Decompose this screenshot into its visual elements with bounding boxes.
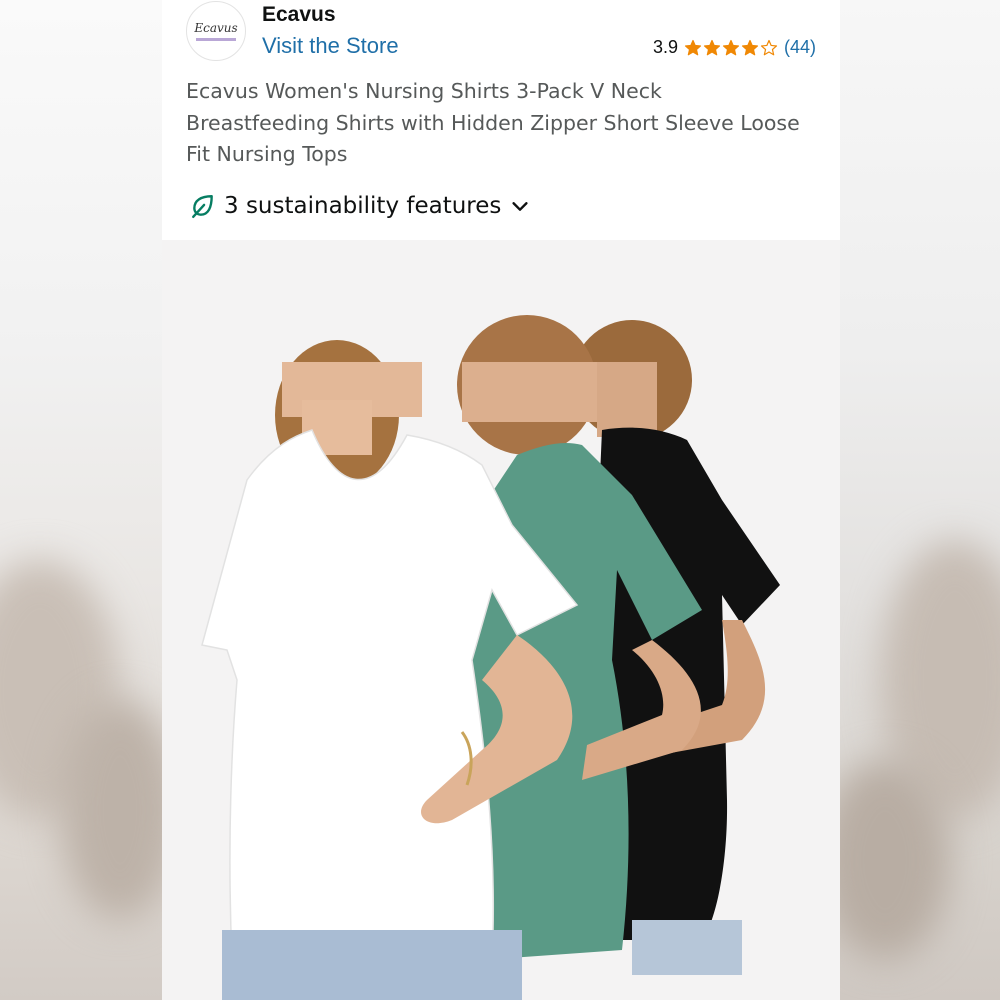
brand-logo-bar bbox=[196, 37, 236, 41]
leaf-icon bbox=[192, 195, 213, 219]
star-filled-icon bbox=[741, 39, 759, 55]
star-filled-icon bbox=[684, 39, 702, 55]
star-rating[interactable] bbox=[684, 39, 778, 57]
star-filled-icon bbox=[703, 39, 721, 55]
star-empty-icon bbox=[760, 39, 778, 55]
brand-logo[interactable]: Ecavus bbox=[186, 1, 246, 61]
product-photo[interactable] bbox=[162, 240, 840, 1000]
right-backdrop bbox=[840, 0, 1000, 1000]
sustainability-features-toggle[interactable]: 3 sustainability features bbox=[190, 193, 531, 219]
review-count-link[interactable]: (44) bbox=[784, 37, 816, 58]
sustainability-label: 3 sustainability features bbox=[224, 193, 502, 219]
rating-value: 3.9 bbox=[652, 37, 678, 57]
left-backdrop bbox=[0, 0, 162, 1000]
chevron-down-icon bbox=[512, 202, 529, 211]
product-panel: Ecavus Ecavus Visit the Store 3.9 (44) E… bbox=[162, 0, 840, 1000]
product-title: Ecavus Women's Nursing Shirts 3-Pack V N… bbox=[186, 79, 800, 166]
brand-logo-text: Ecavus bbox=[194, 20, 238, 35]
brand-name: Ecavus bbox=[262, 3, 336, 26]
star-filled-icon bbox=[722, 39, 740, 55]
product-header: Ecavus Ecavus Visit the Store 3.9 (44) E… bbox=[162, 0, 840, 240]
rating-summary[interactable]: 3.9 (44) bbox=[653, 37, 816, 58]
product-image-area[interactable] bbox=[162, 240, 840, 1000]
visit-store-link[interactable]: Visit the Store bbox=[262, 33, 399, 59]
